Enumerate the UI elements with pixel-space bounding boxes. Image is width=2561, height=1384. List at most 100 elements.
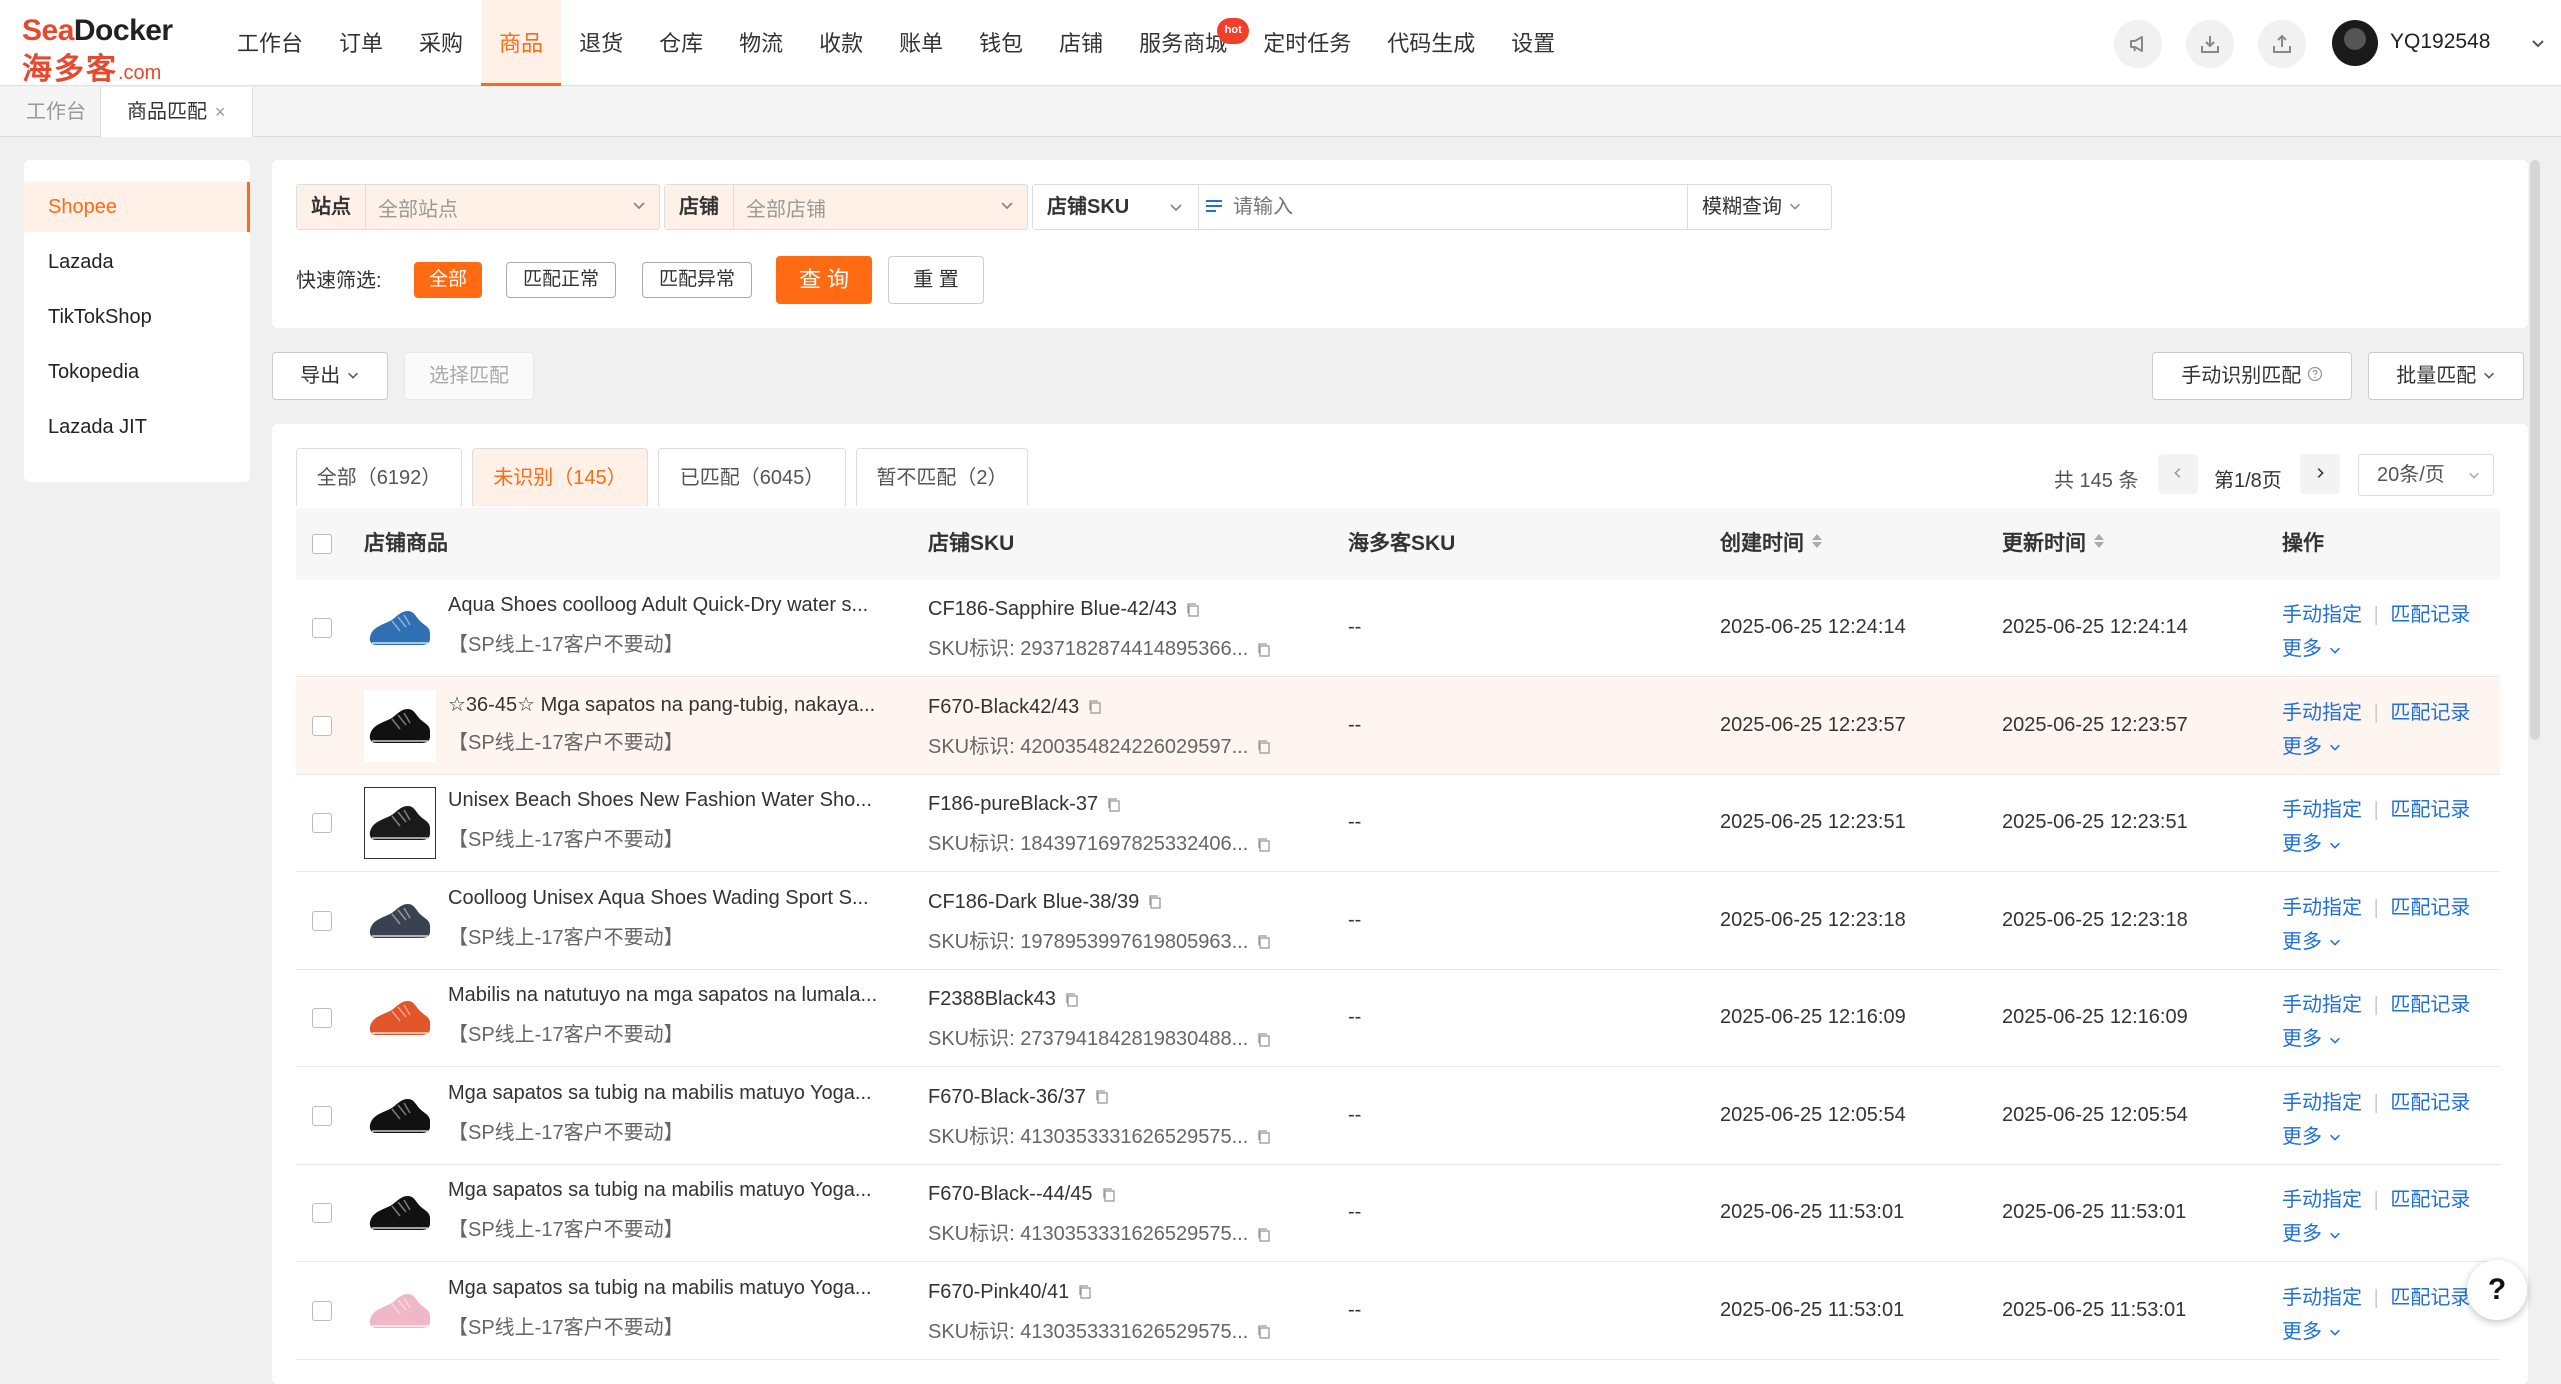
- product-title[interactable]: Mga sapatos sa tubig na mabilis matuyo Y…: [448, 1179, 896, 1202]
- more-actions-link[interactable]: 更多: [2282, 1315, 2342, 1344]
- copy-icon[interactable]: [1248, 833, 1272, 855]
- next-page-button[interactable]: [2300, 454, 2340, 494]
- username[interactable]: YQ192548: [2390, 30, 2490, 54]
- product-title[interactable]: Mabilis na natutuyo na mga sapatos na lu…: [448, 984, 896, 1007]
- product-thumbnail[interactable]: [364, 787, 436, 859]
- more-actions-link[interactable]: 更多: [2282, 1217, 2342, 1246]
- copy-icon[interactable]: [1139, 891, 1163, 913]
- row-checkbox[interactable]: [312, 1008, 332, 1028]
- nav-item-0[interactable]: 工作台: [219, 0, 321, 86]
- status-tab-2[interactable]: 已匹配（6045）: [658, 448, 846, 506]
- row-checkbox[interactable]: [312, 910, 332, 931]
- query-button[interactable]: 查 询: [776, 256, 872, 304]
- col-updated-time[interactable]: 更新时间: [2002, 508, 2106, 580]
- quick-filter-abnormal[interactable]: 匹配异常: [642, 262, 752, 298]
- nav-item-11[interactable]: 服务商城 hot: [1121, 0, 1250, 86]
- list-icon[interactable]: [1199, 196, 1229, 218]
- page-tab-workbench[interactable]: 工作台: [0, 87, 112, 137]
- more-actions-link[interactable]: 更多: [2282, 1022, 2342, 1051]
- row-checkbox[interactable]: [312, 1105, 332, 1126]
- scrollbar[interactable]: [2530, 160, 2540, 740]
- help-button[interactable]: ?: [2467, 1260, 2527, 1320]
- export-button[interactable]: 导出: [272, 352, 388, 400]
- site-select[interactable]: 站点 全部站点: [296, 184, 660, 230]
- match-record-link[interactable]: 匹配记录: [2390, 604, 2470, 626]
- sidebar-item-1[interactable]: Lazada: [24, 237, 250, 287]
- match-record-link[interactable]: 匹配记录: [2390, 1189, 2470, 1211]
- status-tab-0[interactable]: 全部（6192）: [296, 448, 462, 506]
- more-actions-link[interactable]: 更多: [2282, 925, 2342, 954]
- copy-icon[interactable]: [1248, 638, 1272, 660]
- copy-icon[interactable]: [1093, 1183, 1117, 1205]
- sidebar-item-2[interactable]: TikTokShop: [24, 292, 250, 342]
- copy-icon[interactable]: [1248, 931, 1272, 953]
- product-title[interactable]: Aqua Shoes coolloog Adult Quick-Dry wate…: [448, 594, 896, 617]
- row-checkbox[interactable]: [312, 1300, 332, 1321]
- row-checkbox[interactable]: [312, 618, 332, 638]
- nav-item-13[interactable]: 代码生成: [1369, 0, 1493, 86]
- manual-assign-link[interactable]: 手动指定: [2282, 702, 2362, 724]
- nav-item-7[interactable]: 收款: [801, 0, 881, 86]
- match-record-link[interactable]: 匹配记录: [2390, 799, 2470, 821]
- manual-assign-link[interactable]: 手动指定: [2282, 994, 2362, 1016]
- quick-filter-all[interactable]: 全部: [414, 262, 482, 298]
- match-record-link[interactable]: 匹配记录: [2390, 897, 2470, 919]
- copy-icon[interactable]: [1248, 1126, 1272, 1148]
- manual-identify-button[interactable]: 手动识别匹配: [2152, 352, 2352, 400]
- status-tab-3[interactable]: 暂不匹配（2）: [856, 448, 1028, 506]
- product-thumbnail[interactable]: [364, 1079, 436, 1152]
- download-icon[interactable]: [2186, 20, 2234, 68]
- copy-icon[interactable]: [1248, 736, 1272, 758]
- copy-icon[interactable]: [1069, 1281, 1093, 1303]
- prev-page-button[interactable]: [2158, 454, 2198, 494]
- product-thumbnail[interactable]: [364, 982, 436, 1054]
- nav-item-5[interactable]: 仓库: [641, 0, 721, 86]
- product-thumbnail[interactable]: [364, 689, 436, 762]
- row-checkbox[interactable]: [312, 813, 332, 833]
- logo[interactable]: SeaDocker: [22, 14, 173, 48]
- page-size-select[interactable]: 20条/页: [2358, 454, 2494, 496]
- copy-icon[interactable]: [1056, 988, 1080, 1010]
- copy-icon[interactable]: [1248, 1028, 1272, 1050]
- sidebar-item-3[interactable]: Tokopedia: [24, 347, 250, 397]
- bulk-match-button[interactable]: 批量匹配: [2368, 352, 2524, 400]
- match-record-link[interactable]: 匹配记录: [2390, 702, 2470, 724]
- chevron-down-icon[interactable]: [2530, 34, 2546, 57]
- nav-item-2[interactable]: 采购: [401, 0, 481, 86]
- manual-assign-link[interactable]: 手动指定: [2282, 604, 2362, 626]
- more-actions-link[interactable]: 更多: [2282, 632, 2342, 661]
- shop-select[interactable]: 店铺 全部店铺: [664, 184, 1028, 230]
- product-title[interactable]: Coolloog Unisex Aqua Shoes Wading Sport …: [448, 887, 896, 910]
- more-actions-link[interactable]: 更多: [2282, 827, 2342, 856]
- status-tab-1[interactable]: 未识别（145）: [472, 448, 648, 506]
- nav-item-10[interactable]: 店铺: [1041, 0, 1121, 86]
- nav-item-14[interactable]: 设置: [1493, 0, 1573, 86]
- more-actions-link[interactable]: 更多: [2282, 1120, 2342, 1149]
- row-checkbox[interactable]: [312, 1203, 332, 1223]
- match-mode-select[interactable]: 模糊查询: [1687, 185, 1831, 229]
- copy-icon[interactable]: [1086, 1086, 1110, 1108]
- copy-icon[interactable]: [1079, 696, 1103, 718]
- row-checkbox[interactable]: [312, 715, 332, 736]
- product-title[interactable]: Unisex Beach Shoes New Fashion Water Sho…: [448, 789, 896, 812]
- select-match-button[interactable]: 选择匹配: [404, 352, 534, 400]
- more-actions-link[interactable]: 更多: [2282, 730, 2342, 759]
- copy-icon[interactable]: [1248, 1321, 1272, 1343]
- manual-assign-link[interactable]: 手动指定: [2282, 1189, 2362, 1211]
- match-record-link[interactable]: 匹配记录: [2390, 1092, 2470, 1114]
- nav-item-3[interactable]: 商品: [481, 0, 562, 86]
- announcement-icon[interactable]: [2114, 20, 2162, 68]
- manual-assign-link[interactable]: 手动指定: [2282, 1287, 2362, 1309]
- sku-field-select[interactable]: 店铺SKU: [1033, 185, 1199, 229]
- sku-search-input[interactable]: [1229, 186, 1687, 228]
- match-record-link[interactable]: 匹配记录: [2390, 994, 2470, 1016]
- col-created-time[interactable]: 创建时间: [1720, 508, 1824, 580]
- select-all-checkbox[interactable]: [312, 534, 332, 554]
- product-thumbnail[interactable]: [364, 1274, 436, 1347]
- nav-item-6[interactable]: 物流: [721, 0, 801, 86]
- copy-icon[interactable]: [1098, 793, 1122, 815]
- product-thumbnail[interactable]: [364, 1177, 436, 1249]
- quick-filter-normal[interactable]: 匹配正常: [506, 262, 616, 298]
- sidebar-item-0[interactable]: Shopee: [24, 182, 250, 232]
- match-record-link[interactable]: 匹配记录: [2390, 1287, 2470, 1309]
